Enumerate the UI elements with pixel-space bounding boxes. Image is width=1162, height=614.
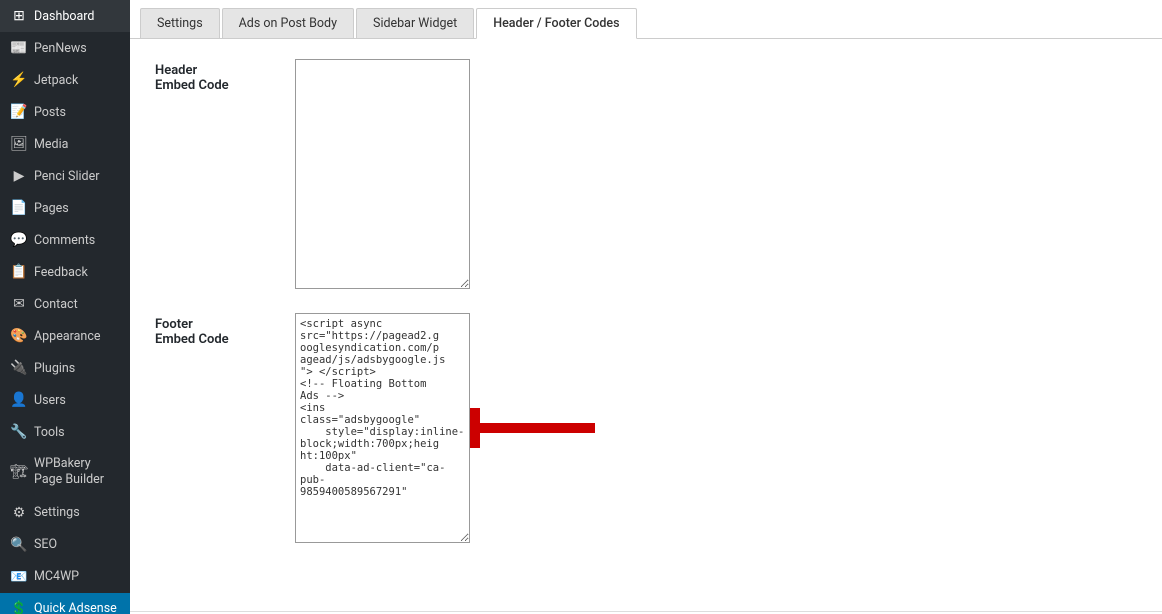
pages-icon: 📄 [10,200,28,216]
sidebar-item-comments[interactable]: 💬 Comments [0,224,130,256]
sidebar-item-wpbakery[interactable]: 🏗 WPBakery Page Builder [0,448,130,497]
sidebar-item-pennews[interactable]: 📰 PenNews [0,32,130,64]
sidebar-item-label: Users [34,393,66,408]
sidebar-item-label: Jetpack [34,73,78,88]
sidebar-item-posts[interactable]: 📝 Posts [0,96,130,128]
sidebar-item-label: MC4WP [34,569,79,584]
tab-bar: Settings Ads on Post Body Sidebar Widget… [130,0,1162,39]
sidebar-item-penci-slider[interactable]: ▶ Penci Slider [0,160,130,192]
content-area: Header Embed Code Footer Embed Code [130,39,1162,611]
sidebar-item-label: Tools [34,425,65,440]
sidebar-item-label: Appearance [34,329,101,344]
header-embed-wrap [295,59,470,293]
sidebar-item-feedback[interactable]: 📋 Feedback [0,256,130,288]
sidebar-item-contact[interactable]: ✉ Contact [0,288,130,320]
mc4wp-icon: 📧 [10,569,28,585]
header-embed-label: Header Embed Code [155,59,295,93]
media-icon: 🖼 [10,136,28,152]
main-content: Settings Ads on Post Body Sidebar Widget… [130,0,1162,614]
header-embed-row: Header Embed Code [155,59,1137,293]
footer-embed-label: Footer Embed Code [155,313,295,347]
footer-arrow-indicator [470,408,600,452]
sidebar-item-quick-adsense[interactable]: 💲 Quick Adsense [0,593,130,614]
tab-header-footer-codes[interactable]: Header / Footer Codes [476,8,636,39]
sidebar-item-label: Media [34,137,68,152]
pennews-icon: 📰 [10,40,28,56]
penci-slider-icon: ▶ [10,168,28,184]
footer-embed-wrap [295,313,470,547]
posts-icon: 📝 [10,104,28,120]
sidebar-item-pages[interactable]: 📄 Pages [0,192,130,224]
sidebar-item-label: Pages [34,201,69,216]
wpbakery-icon: 🏗 [10,464,28,480]
sidebar-item-label: Posts [34,105,66,120]
comments-icon: 💬 [10,232,28,248]
appearance-icon: 🎨 [10,328,28,344]
sidebar-item-seo[interactable]: 🔍 SEO [0,529,130,561]
sidebar-item-label: Plugins [34,361,75,376]
sidebar-item-label: Quick Adsense [34,601,117,614]
sidebar-item-label: Penci Slider [34,169,99,184]
settings-icon: ⚙ [10,505,28,521]
sidebar: ⊞ Dashboard 📰 PenNews ⚡ Jetpack 📝 Posts … [0,0,130,614]
seo-icon: 🔍 [10,537,28,553]
header-embed-textarea[interactable] [295,59,470,289]
contact-icon: ✉ [10,296,28,312]
tab-settings[interactable]: Settings [140,8,220,38]
sidebar-item-dashboard[interactable]: ⊞ Dashboard [0,0,130,32]
sidebar-item-media[interactable]: 🖼 Media [0,128,130,160]
red-arrow-svg [470,408,600,448]
sidebar-item-label: Comments [34,233,95,248]
sidebar-item-label: WPBakery Page Builder [34,456,120,489]
plugins-icon: 🔌 [10,360,28,376]
tools-icon: 🔧 [10,424,28,440]
sidebar-item-label: Feedback [34,265,88,280]
tab-sidebar-widget[interactable]: Sidebar Widget [356,8,474,38]
sidebar-item-label: Contact [34,297,78,312]
sidebar-item-mc4wp[interactable]: 📧 MC4WP [0,561,130,593]
sidebar-item-label: Dashboard [34,9,94,24]
users-icon: 👤 [10,392,28,408]
footer-embed-textarea[interactable] [295,313,470,543]
sidebar-item-plugins[interactable]: 🔌 Plugins [0,352,130,384]
sidebar-item-label: Settings [34,505,80,520]
sidebar-item-tools[interactable]: 🔧 Tools [0,416,130,448]
feedback-icon: 📋 [10,264,28,280]
sidebar-item-jetpack[interactable]: ⚡ Jetpack [0,64,130,96]
sidebar-item-settings[interactable]: ⚙ Settings [0,497,130,529]
sidebar-item-users[interactable]: 👤 Users [0,384,130,416]
tab-ads-on-post-body[interactable]: Ads on Post Body [222,8,354,38]
sidebar-item-label: SEO [34,537,57,552]
dashboard-icon: ⊞ [10,8,28,24]
footer-embed-row: Footer Embed Code [155,313,1137,547]
jetpack-icon: ⚡ [10,72,28,88]
sidebar-item-label: PenNews [34,41,87,56]
quick-adsense-icon: 💲 [10,601,28,614]
sidebar-item-appearance[interactable]: 🎨 Appearance [0,320,130,352]
